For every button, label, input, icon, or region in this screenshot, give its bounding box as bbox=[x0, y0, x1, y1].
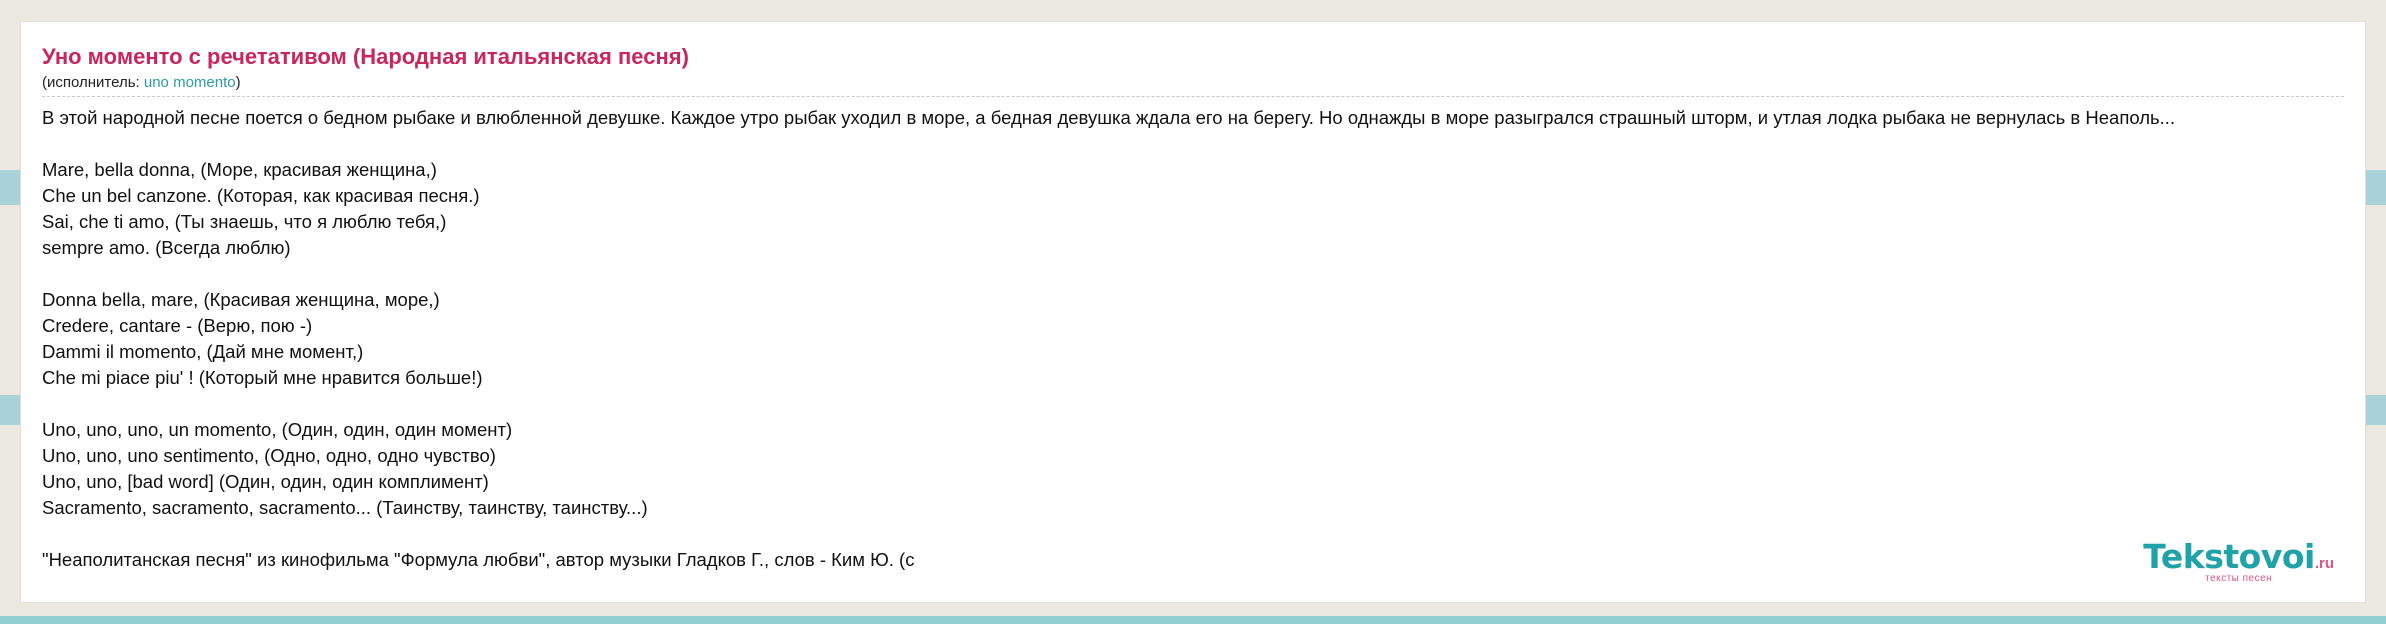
lyric-line: Sai, che ti amo, (Ты знаешь, что я люблю… bbox=[42, 211, 447, 232]
logo-tld: .ru bbox=[2314, 555, 2334, 572]
song-intro: В этой народной песне поется о бедном ры… bbox=[42, 107, 2176, 128]
performer-prefix: (исполнитель: bbox=[42, 74, 144, 91]
lyric-line: Che un bel canzone. (Которая, как красив… bbox=[42, 185, 480, 206]
verse-3: Uno, uno, uno, un momento, (Один, один, … bbox=[42, 417, 2344, 521]
background-stripe bbox=[0, 616, 2386, 624]
lyric-line: Uno, uno, uno, un momento, (Один, один, … bbox=[42, 419, 513, 440]
lyric-line: Donna bella, mare, (Красивая женщина, мо… bbox=[42, 289, 440, 310]
performer-suffix: ) bbox=[235, 74, 241, 91]
lyric-line: "Неаполитанская песня" из кинофильма "Фо… bbox=[42, 549, 915, 570]
site-logo[interactable]: Tekstovoi.ru тексты песен bbox=[2143, 540, 2334, 584]
performer-line: (исполнитель: uno momento) bbox=[42, 72, 2344, 97]
lyric-line: Credere, cantare - (Верю, пою -) bbox=[42, 315, 313, 336]
lyric-line: Dammi il momento, (Дай мне момент,) bbox=[42, 341, 364, 362]
lyric-line: Che mi piace piu' ! (Который мне нравитс… bbox=[42, 367, 483, 388]
lyric-line: Uno, uno, [bad word] (Один, один, один к… bbox=[42, 471, 489, 492]
verse-1: Mare, bella donna, (Море, красивая женщи… bbox=[42, 157, 2344, 261]
logo-name: Tekstovoi bbox=[2143, 537, 2315, 576]
lyric-line: Sacramento, sacramento, sacramento... (Т… bbox=[42, 497, 648, 518]
lyric-line: Uno, uno, uno sentimento, (Одно, одно, о… bbox=[42, 445, 496, 466]
lyrics-card: Уно моменто с речетативом (Народная итал… bbox=[21, 22, 2365, 602]
song-title: Уно моменто с речетативом (Народная итал… bbox=[42, 44, 689, 69]
lyric-line: sempre amo. (Всегда люблю) bbox=[42, 237, 291, 258]
verse-2: Donna bella, mare, (Красивая женщина, мо… bbox=[42, 287, 2344, 391]
verse-4: "Неаполитанская песня" из кинофильма "Фо… bbox=[42, 547, 2344, 573]
lyric-line: Mare, bella donna, (Море, красивая женщи… bbox=[42, 159, 437, 180]
performer-link[interactable]: uno momento bbox=[144, 74, 236, 91]
